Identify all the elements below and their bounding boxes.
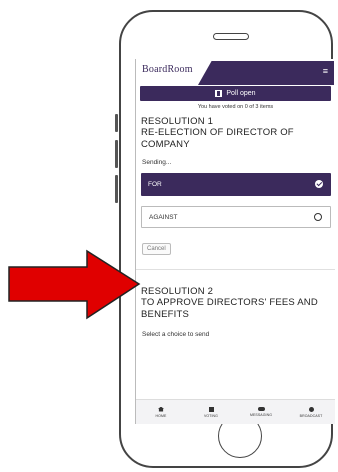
hamburger-icon[interactable]: ≡ [323, 67, 328, 76]
mute-switch [115, 114, 118, 132]
vote-for-label: FOR [148, 181, 162, 188]
bottom-nav: HOME VOTING MESSAGING BROADCAST [136, 399, 335, 424]
nav-messaging[interactable]: MESSAGING [236, 400, 286, 424]
nav-home-label: HOME [155, 413, 167, 418]
poll-status-label: Poll open [226, 90, 256, 97]
voting-icon [208, 406, 214, 412]
poll-icon [215, 90, 223, 97]
nav-voting-label: VOTING [203, 413, 219, 418]
divider [136, 269, 335, 270]
check-icon [315, 180, 323, 188]
vote-for-option[interactable]: FOR [141, 173, 331, 196]
resolution-1-title: RE-ELECTION OF DIRECTOR OF COMPANY [141, 127, 294, 150]
radio-icon [314, 213, 322, 221]
resolution-2-title: TO APPROVE DIRECTORS' FEES AND BENEFITS [141, 297, 318, 320]
speaker-grille [213, 33, 249, 40]
poll-status-bar: Poll open [140, 86, 331, 101]
vote-against-option[interactable]: AGAINST [141, 206, 331, 228]
cancel-button[interactable]: Cancel [142, 243, 171, 255]
nav-voting[interactable]: VOTING [186, 400, 236, 424]
resolution-2-number: RESOLUTION 2 [141, 286, 214, 297]
boardroom-logo: BoardRoom [142, 64, 193, 75]
sending-status: Sending... [142, 159, 172, 166]
messaging-icon [257, 407, 265, 411]
nav-broadcast[interactable]: BROADCAST [286, 400, 335, 424]
volume-up-button [115, 140, 118, 168]
phone-screen: BoardRoom ≡ Poll open You have voted on … [135, 59, 335, 424]
broadcast-icon [308, 406, 314, 412]
home-icon [158, 406, 164, 412]
volume-down-button [115, 175, 118, 203]
nav-broadcast-label: BROADCAST [299, 413, 323, 418]
annotation-arrow-icon [8, 249, 141, 320]
resolution-1-number: RESOLUTION 1 [141, 116, 214, 127]
voted-count-text: You have voted on 0 of 3 items [197, 104, 274, 110]
nav-messaging-label: MESSAGING [249, 413, 273, 417]
vote-against-label: AGAINST [149, 213, 178, 221]
nav-home[interactable]: HOME [136, 400, 186, 424]
select-choice-hint: Select a choice to send [142, 331, 210, 338]
header-tab [198, 61, 334, 85]
app-header: BoardRoom ≡ [136, 59, 335, 86]
